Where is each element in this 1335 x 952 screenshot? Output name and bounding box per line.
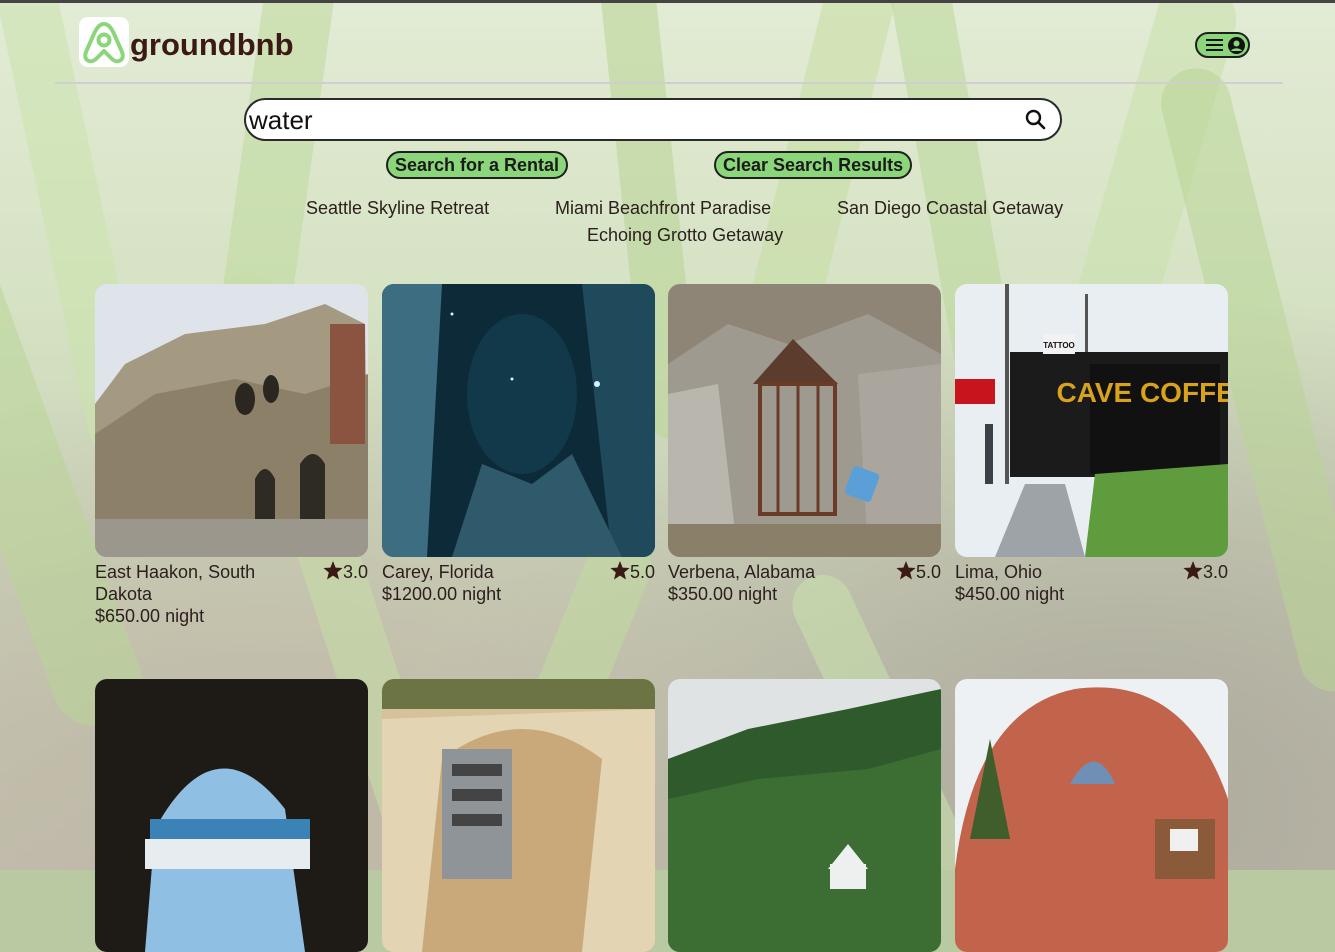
user-menu-button[interactable] [1195,32,1250,58]
listing-card[interactable]: East Haakon, South Dakota $650.00 night … [95,284,368,627]
star-icon [896,561,916,582]
listing-price: $350.00 night [668,584,778,604]
listing-price: $1200.00 night [382,584,502,604]
star-icon [323,561,343,582]
listing-photo[interactable] [95,284,368,557]
listing-card[interactable] [382,679,655,952]
search-result-item[interactable]: Echoing Grotto Getaway [587,225,783,246]
listing-location: Verbena, Alabama [668,562,816,582]
listing-photo[interactable] [382,679,655,952]
search-result-item[interactable]: Seattle Skyline Retreat [306,198,489,219]
listing-card[interactable] [95,679,368,952]
listing-photo[interactable] [95,679,368,952]
rating-value: 5.0 [915,562,941,582]
listing-card[interactable] [955,679,1228,952]
listing-location: Carey, Florida [382,562,494,582]
listing-photo[interactable]: CAVE COFFEE TATTOO [955,284,1228,557]
listing-card[interactable]: CAVE COFFEE TATTOO Lima, Ohio $450.00 ni… [955,284,1228,605]
rating-value: 3.0 [1202,562,1228,582]
listing-rating: 5.0 [610,561,655,583]
top-navigation: groundbnb [55,0,1283,84]
listing-price: $450.00 night [955,584,1065,604]
listing-location: East Haakon, South Dakota [95,562,256,604]
tattoo-sign: TATTOO [1043,341,1075,350]
clear-results-button[interactable]: Clear Search Results [714,151,913,179]
listing-rating: 5.0 [896,561,941,583]
listing-photo[interactable] [382,284,655,557]
search-rental-button[interactable]: Search for a Rental [386,151,569,179]
rating-value: 3.0 [342,562,368,582]
listing-card[interactable]: Carey, Florida $1200.00 night 5.0 [382,284,655,605]
listing-photo[interactable] [668,679,941,952]
listing-rating: 3.0 [323,561,368,583]
search-bar [244,98,1062,141]
user-circle-icon [1228,37,1245,59]
star-icon [610,561,630,582]
listing-card[interactable]: Verbena, Alabama $350.00 night 5.0 [668,284,941,605]
listing-card[interactable] [668,679,941,952]
listing-location: Lima, Ohio [955,562,1043,582]
magnifier-icon[interactable] [1025,109,1046,135]
hamburger-icon [1206,37,1223,58]
logo-icon[interactable] [79,17,129,67]
search-input[interactable] [249,104,1009,136]
cafe-sign: CAVE COFFEE [1056,377,1228,408]
search-result-item[interactable]: San Diego Coastal Getaway [837,198,1063,219]
listing-rating: 3.0 [1183,561,1228,583]
listing-photo[interactable] [668,284,941,557]
brand-name[interactable]: groundbnb [130,27,294,63]
rating-value: 5.0 [629,562,655,582]
search-result-item[interactable]: Miami Beachfront Paradise [555,198,771,219]
star-icon [1183,561,1203,582]
listing-price: $650.00 night [95,606,205,626]
listing-photo[interactable] [955,679,1228,952]
